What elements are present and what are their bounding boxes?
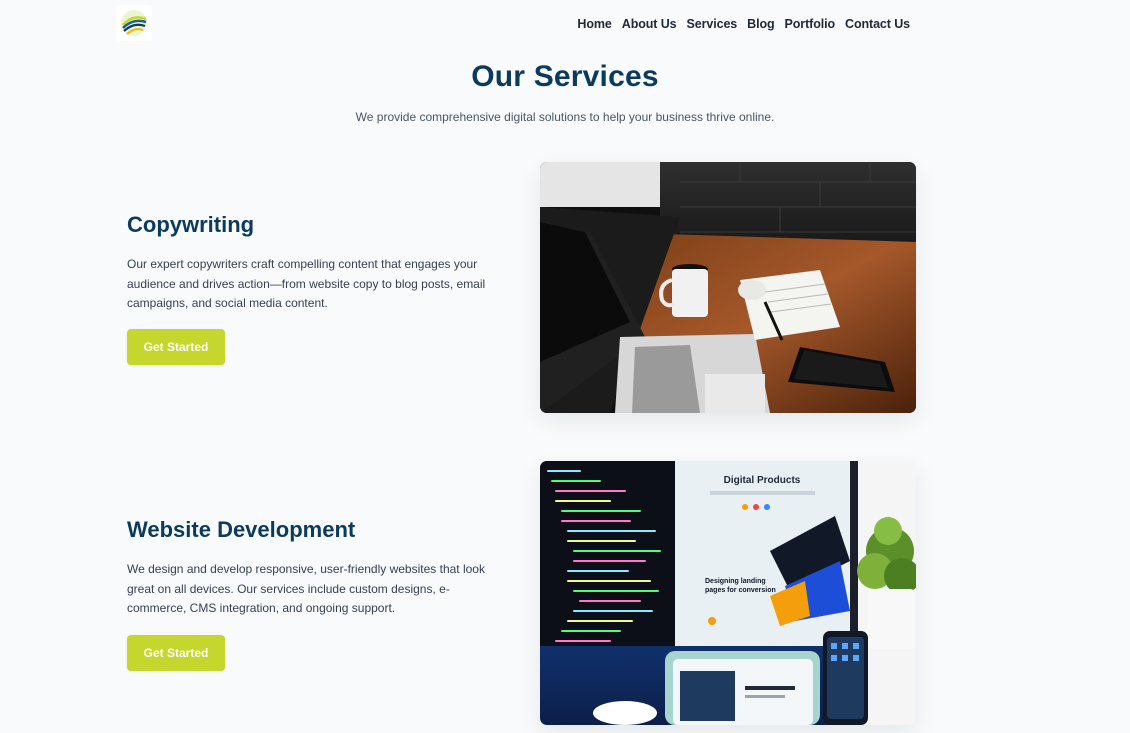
- page-subtitle: We provide comprehensive digital solutio…: [355, 110, 775, 124]
- service-title-copywriting: Copywriting: [127, 212, 255, 237]
- nav-blog[interactable]: Blog: [747, 17, 774, 31]
- service-desc-copywriting: Our expert copywriters craft compelling …: [127, 257, 486, 310]
- nav-contact-us[interactable]: Contact Us: [845, 17, 910, 31]
- page-title: Our Services: [471, 60, 659, 93]
- site-header: Home About Us Services Blog Portfolio Co…: [0, 0, 1130, 50]
- website-development-image: Digital Products Designing landing pages…: [540, 461, 916, 725]
- copywriting-image: [540, 162, 916, 413]
- get-started-button-copywriting[interactable]: Get Started: [127, 329, 225, 365]
- service-title-website-development: Website Development: [127, 517, 356, 542]
- nav-home[interactable]: Home: [577, 17, 611, 31]
- nav-portfolio[interactable]: Portfolio: [785, 17, 836, 31]
- logo[interactable]: [116, 5, 152, 41]
- circular-swoosh-logo-icon: [121, 10, 147, 36]
- monitor-code-photo-icon: Digital Products Designing landing pages…: [540, 461, 916, 725]
- laptop-desk-photo-icon: [540, 162, 916, 413]
- nav-services[interactable]: Services: [687, 17, 738, 31]
- get-started-button-website-development[interactable]: Get Started: [127, 635, 225, 671]
- nav-about-us[interactable]: About Us: [622, 17, 677, 31]
- main-nav: Home About Us Services Blog Portfolio Co…: [567, 17, 910, 31]
- service-desc-website-development: We design and develop responsive, user-f…: [127, 562, 485, 615]
- screen-title: Digital Products: [724, 475, 801, 486]
